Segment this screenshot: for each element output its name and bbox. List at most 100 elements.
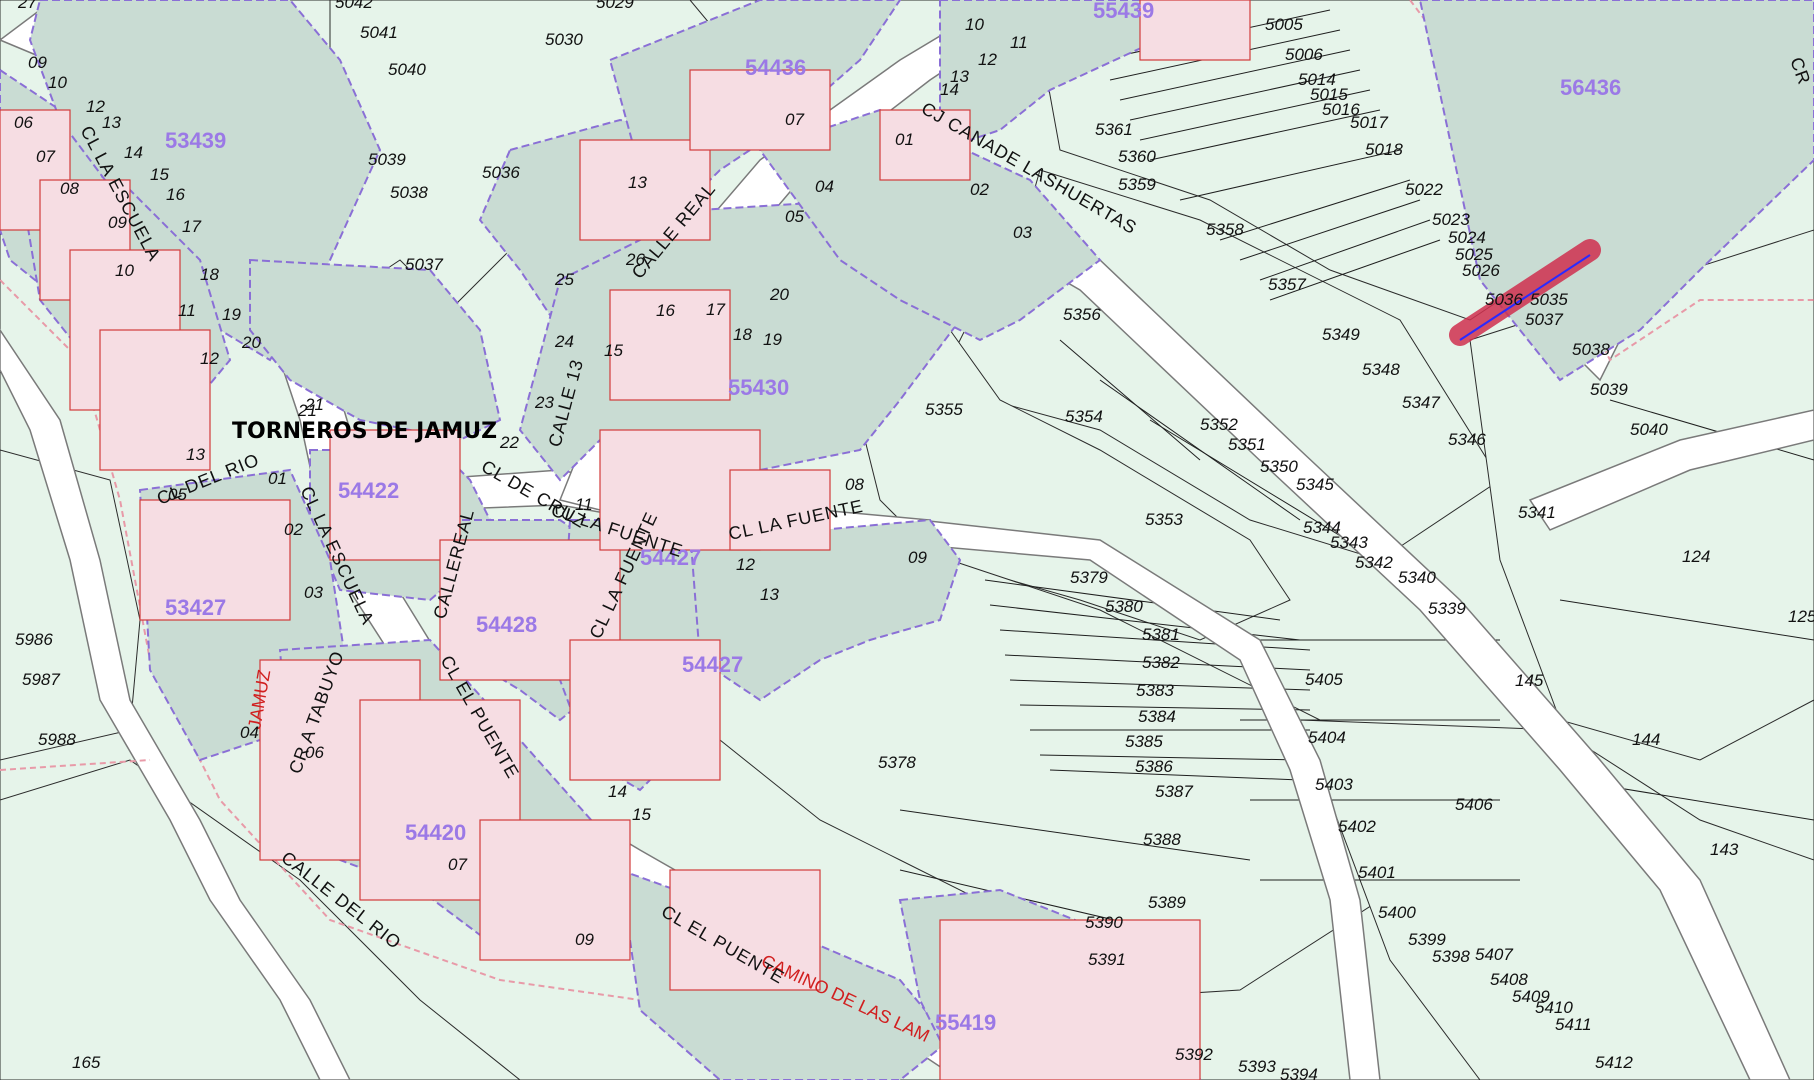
house-number: 25: [554, 270, 574, 289]
parcel-label: 5358: [1206, 220, 1244, 239]
parcel-label: 5038: [1572, 340, 1610, 359]
house-number: 23: [534, 393, 554, 412]
house-number: 01: [268, 469, 287, 488]
parcel-label: 5359: [1118, 175, 1156, 194]
house-number: 07: [448, 855, 467, 874]
parcel-label: 5346: [1448, 430, 1486, 449]
parcel-label: 144: [1632, 730, 1660, 749]
parcel-label: 5017: [1350, 113, 1388, 132]
house-number: 12: [736, 555, 755, 574]
house-number: 13: [186, 445, 205, 464]
house-number: 26: [625, 250, 645, 269]
house-number: 19: [222, 305, 241, 324]
house-number: 07: [785, 110, 804, 129]
house-number: 02: [284, 520, 303, 539]
house-number: 12: [200, 349, 219, 368]
house-number: 11: [575, 495, 593, 514]
parcel-label: 5403: [1315, 775, 1353, 794]
block-code: 54427: [682, 652, 743, 677]
house-number: 10: [115, 261, 134, 280]
house-number: 01: [895, 130, 914, 149]
parcel-label: 5406: [1455, 795, 1493, 814]
block-code: 54436: [745, 55, 806, 80]
parcel-label: 5037: [1525, 310, 1563, 329]
house-number: 10: [48, 73, 67, 92]
house-number: 13: [628, 173, 647, 192]
parcel-label: 5006: [1285, 45, 1323, 64]
house-number: 09: [108, 213, 127, 232]
parcel-label: 5391: [1088, 950, 1126, 969]
parcel-label: 5986: [15, 630, 53, 649]
parcel-label: 5412: [1595, 1053, 1633, 1072]
house-number: 05: [785, 207, 804, 226]
parcel-label: 5356: [1063, 305, 1101, 324]
house-number: 18: [733, 325, 752, 344]
parcel-label: 5405: [1305, 670, 1343, 689]
town-name: TORNEROS DE JAMUZ: [232, 419, 497, 444]
parcel-label: 5349: [1322, 325, 1360, 344]
parcel-label: 5040: [388, 60, 426, 79]
parcel-label: 5341: [1518, 503, 1556, 522]
parcel-label: 5988: [38, 730, 76, 749]
parcel-label: 5355: [925, 400, 963, 419]
house-number: 11: [178, 301, 196, 320]
parcel-label: 5361: [1095, 120, 1133, 139]
parcel-label: 5394: [1280, 1065, 1318, 1080]
house-number: 04: [815, 177, 834, 196]
parcel-label: 5340: [1398, 568, 1436, 587]
house-number: 06: [14, 113, 33, 132]
parcel-label: 5041: [360, 23, 398, 42]
house-number: 03: [1013, 223, 1032, 242]
parcel-label: 5360: [1118, 147, 1156, 166]
house-number: 06: [305, 743, 324, 762]
house-number: 15: [632, 805, 651, 824]
highlighted-parcel-label: 5036: [1485, 290, 1523, 309]
parcel-label: 5040: [1630, 420, 1668, 439]
parcel-label: 5381: [1142, 625, 1180, 644]
parcel-label: 5026: [1462, 261, 1500, 280]
parcel-label: 5392: [1175, 1045, 1213, 1064]
parcel-label: 5351: [1228, 435, 1266, 454]
block-code: 56436: [1560, 75, 1621, 100]
parcel-label: 5342: [1355, 553, 1393, 572]
house-number: 21: [304, 395, 324, 414]
parcel-label: 5384: [1138, 707, 1176, 726]
parcel-label: 5350: [1260, 457, 1298, 476]
parcel-label: 5404: [1308, 728, 1346, 747]
parcel-label: 125: [1788, 607, 1814, 626]
parcel-label: 5037: [405, 255, 443, 274]
house-number: 20: [241, 333, 261, 352]
parcel-label: 5357: [1268, 275, 1306, 294]
parcel-label: 5042: [335, 0, 373, 12]
parcel-label: 5038: [390, 183, 428, 202]
house-number: 27: [17, 0, 37, 12]
parcel-label: 5987: [22, 670, 60, 689]
house-number: 03: [304, 583, 323, 602]
block-code: 55439: [1093, 0, 1154, 23]
parcel-label: 5018: [1365, 140, 1403, 159]
parcel-label: 5401: [1358, 863, 1396, 882]
parcel-label: 5022: [1405, 180, 1443, 199]
parcel-label: 5382: [1142, 653, 1180, 672]
house-number: 15: [604, 341, 623, 360]
parcel-label: 5345: [1296, 475, 1334, 494]
parcel-label: 5005: [1265, 15, 1303, 34]
parcel-label: 5388: [1143, 830, 1181, 849]
block-code: 54420: [405, 820, 466, 845]
parcel-label: 5411: [1555, 1015, 1592, 1034]
house-number: 17: [706, 300, 725, 319]
house-number: 07: [36, 147, 55, 166]
house-number: 14: [608, 782, 627, 801]
parcel-label: 5398: [1432, 947, 1470, 966]
parcel-label: 5348: [1362, 360, 1400, 379]
house-number: 14: [124, 143, 143, 162]
parcel-label: 124: [1682, 547, 1710, 566]
parcel-label: 5039: [1590, 380, 1628, 399]
cadastral-map[interactable]: 5036 53439 54436 55439 56436 55430 54422…: [0, 0, 1814, 1080]
house-number: 14: [940, 80, 959, 99]
house-number: 02: [970, 180, 989, 199]
parcel-label: 5400: [1378, 903, 1416, 922]
block-code: 54422: [338, 478, 399, 503]
parcel-label: 5389: [1148, 893, 1186, 912]
parcel-label: 5347: [1402, 393, 1440, 412]
